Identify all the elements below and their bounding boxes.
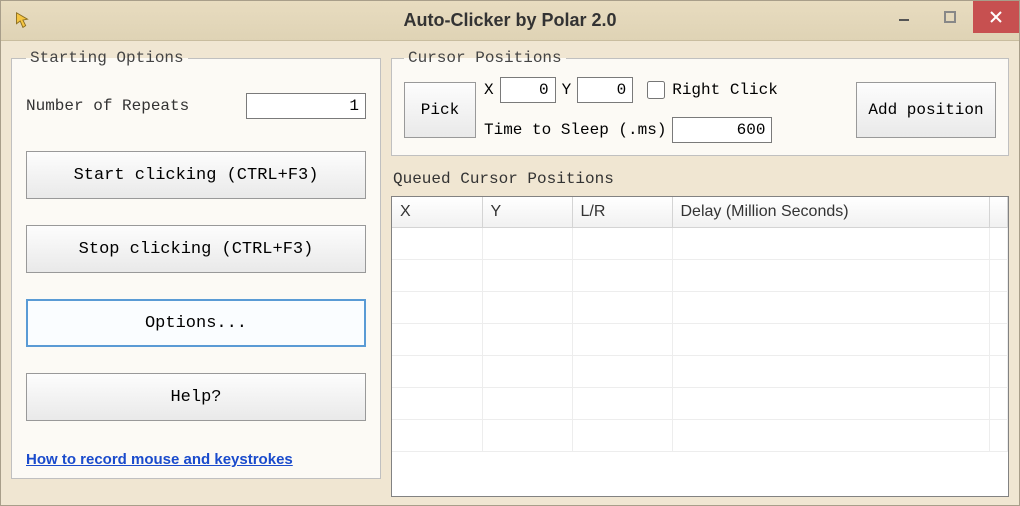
cursor-positions-group: Cursor Positions Pick X Y Right Click bbox=[391, 49, 1009, 156]
queued-table-wrap: X Y L/R Delay (Million Seconds) bbox=[391, 196, 1009, 497]
right-click-checkbox[interactable] bbox=[647, 81, 665, 99]
right-click-wrap: Right Click bbox=[643, 78, 778, 102]
cursor-row: Pick X Y Right Click bbox=[404, 77, 996, 143]
col-lr[interactable]: L/R bbox=[572, 197, 672, 228]
right-panel: Cursor Positions Pick X Y Right Click bbox=[391, 49, 1009, 497]
record-mouse-link[interactable]: How to record mouse and keystrokes bbox=[26, 451, 366, 468]
window-title: Auto-Clicker by Polar 2.0 bbox=[403, 10, 616, 31]
stop-clicking-button[interactable]: Stop clicking (CTRL+F3) bbox=[26, 225, 366, 273]
help-button[interactable]: Help? bbox=[26, 373, 366, 421]
table-header-row: X Y L/R Delay (Million Seconds) bbox=[392, 197, 1008, 228]
queued-table[interactable]: X Y L/R Delay (Million Seconds) bbox=[392, 197, 1008, 452]
app-icon bbox=[11, 10, 33, 32]
table-row[interactable] bbox=[392, 420, 1008, 452]
table-body bbox=[392, 228, 1008, 452]
table-row[interactable] bbox=[392, 228, 1008, 260]
col-x[interactable]: X bbox=[392, 197, 482, 228]
window-controls bbox=[881, 1, 1019, 33]
col-delay[interactable]: Delay (Million Seconds) bbox=[672, 197, 990, 228]
repeats-row: Number of Repeats bbox=[26, 93, 366, 119]
left-panel: Starting Options Number of Repeats Start… bbox=[11, 49, 381, 497]
xy-row: X Y Right Click bbox=[484, 77, 848, 103]
table-row[interactable] bbox=[392, 324, 1008, 356]
app-window: Auto-Clicker by Polar 2.0 Starting Optio… bbox=[0, 0, 1020, 506]
cursor-inputs: X Y Right Click Time to Sleep (.ms) bbox=[484, 77, 848, 143]
table-row[interactable] bbox=[392, 292, 1008, 324]
minimize-button[interactable] bbox=[881, 1, 927, 33]
maximize-button[interactable] bbox=[927, 1, 973, 33]
sleep-input[interactable] bbox=[672, 117, 772, 143]
start-clicking-button[interactable]: Start clicking (CTRL+F3) bbox=[26, 151, 366, 199]
pick-button[interactable]: Pick bbox=[404, 82, 476, 138]
x-input[interactable] bbox=[500, 77, 556, 103]
starting-options-legend: Starting Options bbox=[26, 49, 188, 67]
queued-label: Queued Cursor Positions bbox=[393, 170, 1009, 188]
starting-options-group: Starting Options Number of Repeats Start… bbox=[11, 49, 381, 479]
table-row[interactable] bbox=[392, 356, 1008, 388]
add-position-button[interactable]: Add position bbox=[856, 82, 996, 138]
sleep-row: Time to Sleep (.ms) bbox=[484, 117, 848, 143]
repeats-label: Number of Repeats bbox=[26, 97, 189, 115]
col-y[interactable]: Y bbox=[482, 197, 572, 228]
col-spacer bbox=[990, 197, 1008, 228]
table-row[interactable] bbox=[392, 260, 1008, 292]
right-click-label: Right Click bbox=[672, 81, 778, 99]
repeats-input[interactable] bbox=[246, 93, 366, 119]
x-label: X bbox=[484, 81, 494, 99]
sleep-label: Time to Sleep (.ms) bbox=[484, 121, 666, 139]
cursor-positions-legend: Cursor Positions bbox=[404, 49, 566, 67]
options-button[interactable]: Options... bbox=[26, 299, 366, 347]
table-row[interactable] bbox=[392, 388, 1008, 420]
titlebar[interactable]: Auto-Clicker by Polar 2.0 bbox=[1, 1, 1019, 41]
y-label: Y bbox=[562, 81, 572, 99]
y-input[interactable] bbox=[577, 77, 633, 103]
close-button[interactable] bbox=[973, 1, 1019, 33]
client-area: Starting Options Number of Repeats Start… bbox=[1, 41, 1019, 505]
